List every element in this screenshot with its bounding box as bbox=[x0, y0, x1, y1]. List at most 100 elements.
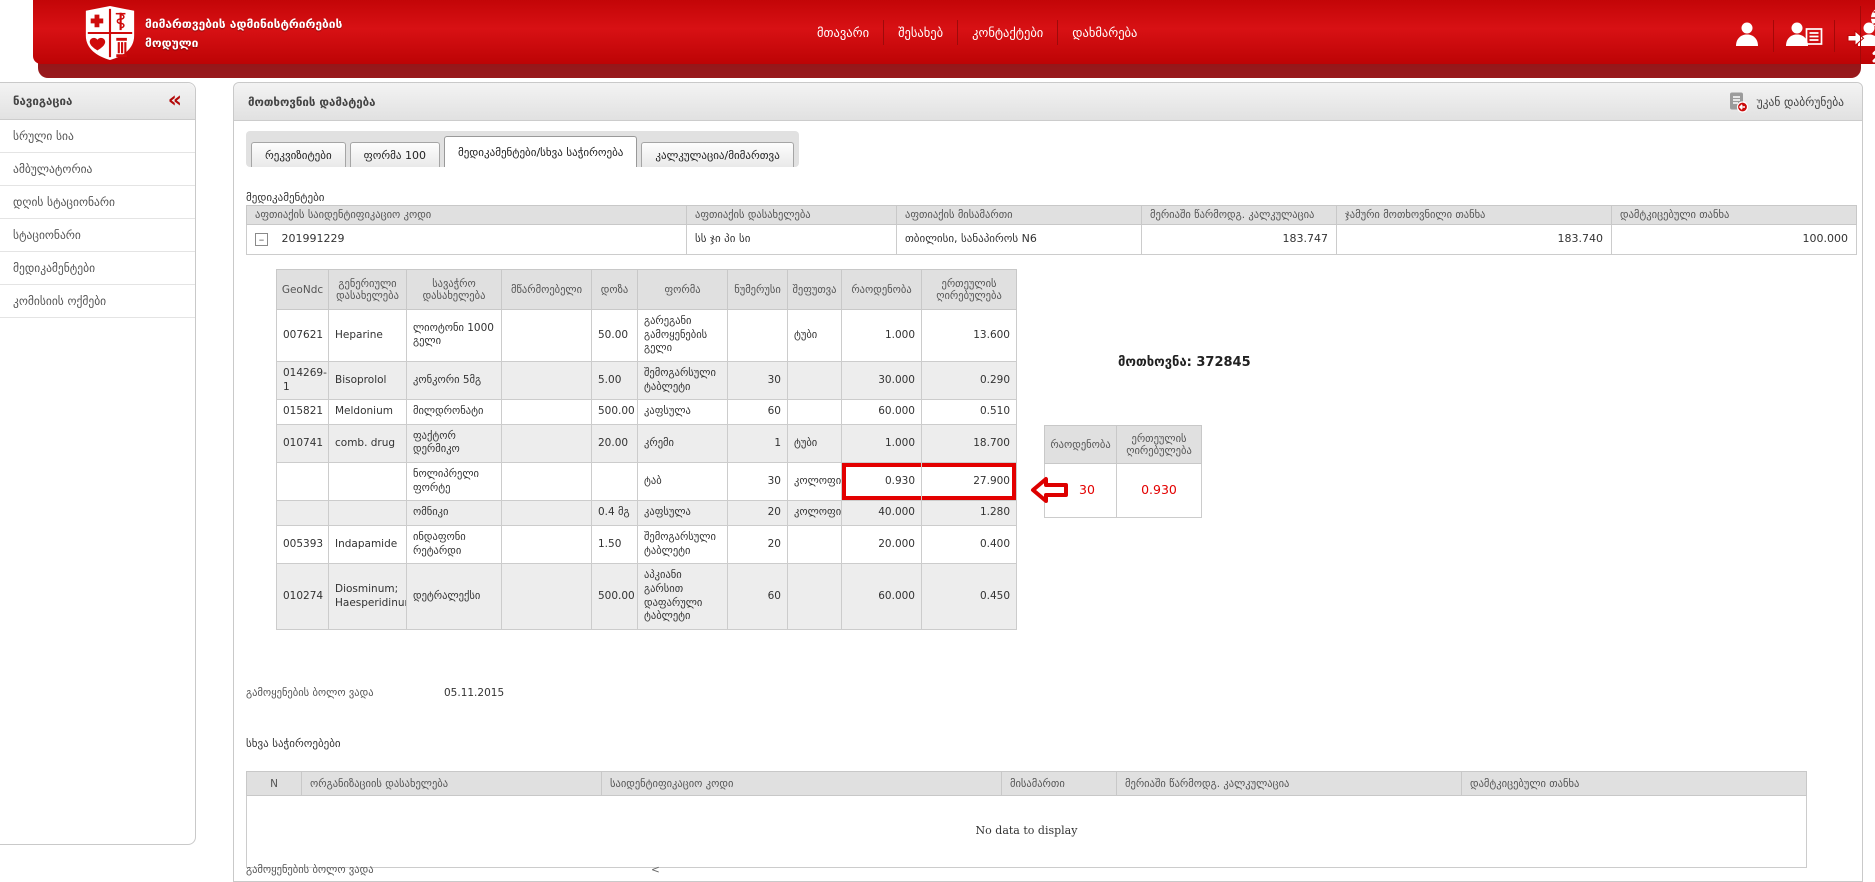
medication-cell: დეტრალექსი bbox=[407, 564, 502, 630]
medication-row[interactable]: ნოლიპრელი ფორტეტაბ30კოლოფი0.93027.900 bbox=[277, 463, 1017, 501]
pharmacy-requested: 183.740 bbox=[1337, 225, 1612, 255]
medication-cell: შემოგარსული ტაბლეტი bbox=[638, 361, 728, 399]
medication-cell: 27.900 bbox=[922, 463, 1017, 501]
nav-item[interactable]: კონტაქტები bbox=[957, 20, 1057, 45]
other-needs-table: Nორგანიზაციის დასახელებასაიდენტიფიკაციო … bbox=[246, 771, 1807, 868]
medication-cell: ნოლიპრელი ფორტე bbox=[407, 463, 502, 501]
medication-cell: ფაქტორ დერმიკო bbox=[407, 424, 502, 462]
sidebar-collapse-icon[interactable]: « bbox=[168, 91, 182, 111]
medication-cell bbox=[788, 400, 842, 425]
pharmacy-column-header[interactable]: აფთიაქის დასახელება bbox=[687, 206, 897, 225]
medication-column-header[interactable]: მწარმოებელი bbox=[502, 270, 592, 310]
medication-cell: 5.00 bbox=[592, 361, 638, 399]
medication-items-wrap: GeoNdcგენერიული დასახელებასავაჭრო დასახე… bbox=[276, 269, 1016, 630]
medication-column-header[interactable]: შეფუთვა bbox=[788, 270, 842, 310]
medication-column-header[interactable]: რაოდენობა bbox=[842, 270, 922, 310]
medication-cell bbox=[502, 361, 592, 399]
other-needs-empty-row: No data to display bbox=[247, 796, 1807, 868]
medication-cell: 20.000 bbox=[842, 526, 922, 564]
pharmacy-approved: 100.000 bbox=[1612, 225, 1857, 255]
annotation-header-row: რაოდენობაერთეულის ღირებულება bbox=[1045, 426, 1202, 464]
pharmacy-column-header[interactable]: დამტკიცებული თანხა bbox=[1612, 206, 1857, 225]
other-needs-column-header[interactable]: N bbox=[247, 772, 302, 796]
medication-cell: 0.290 bbox=[922, 361, 1017, 399]
medication-cell: 30 bbox=[728, 463, 788, 501]
medication-cell bbox=[329, 463, 407, 501]
pharmacy-column-header[interactable]: აფთიაქის მისამართი bbox=[897, 206, 1142, 225]
other-needs-column-header[interactable]: მერიაში წარმოდგ. კალკულაცია bbox=[1117, 772, 1462, 796]
nav-item[interactable]: შესახებ bbox=[883, 20, 957, 45]
medication-cell: 20 bbox=[728, 501, 788, 526]
user-profile-icon[interactable] bbox=[1721, 20, 1773, 52]
medication-cell: 500.00 bbox=[592, 400, 638, 425]
medication-cell: 50.00 bbox=[592, 310, 638, 362]
header-bar: მიმართვების ადმინისტრირების მოდული მთავა… bbox=[33, 0, 1875, 64]
header-divider bbox=[1860, 6, 1861, 64]
nav-item[interactable]: მთავარი bbox=[803, 20, 883, 45]
globe-icon[interactable] bbox=[1869, 5, 1875, 35]
medication-cell: 010741 bbox=[277, 424, 329, 462]
medication-row[interactable]: 015821Meldoniumმილდრონატი500.00კაფსულა60… bbox=[277, 400, 1017, 425]
back-button-label: უკან დაბრუნება bbox=[1757, 95, 1844, 109]
sidebar-item[interactable]: სტაციონარი bbox=[0, 219, 195, 252]
tab-strip: რეკვიზიტებიფორმა 100მედიკამენტები/სხვა ს… bbox=[246, 131, 799, 167]
tab[interactable]: კალკულაცია/მიმართვა bbox=[641, 142, 793, 167]
medication-row[interactable]: 014269-1Bisoprololკონკორი 5მგ5.00შემოგარ… bbox=[277, 361, 1017, 399]
medication-column-header[interactable]: სავაჭრო დასახელება bbox=[407, 270, 502, 310]
tab[interactable]: ფორმა 100 bbox=[350, 142, 440, 167]
medication-cell: Meldonium bbox=[329, 400, 407, 425]
medication-cell: 0.930 bbox=[842, 463, 922, 501]
pharmacy-column-header[interactable]: ჯამური მოთხოვნილი თანხა bbox=[1337, 206, 1612, 225]
sidebar-item[interactable]: კომისიის ოქმები bbox=[0, 285, 195, 318]
tab-active[interactable]: მედიკამენტები/სხვა საჭიროება bbox=[444, 136, 637, 167]
sidebar-item[interactable]: სრული სია bbox=[0, 120, 195, 153]
medication-cell: 13.600 bbox=[922, 310, 1017, 362]
medication-row[interactable]: 010741comb. drugფაქტორ დერმიკო20.00კრემი… bbox=[277, 424, 1017, 462]
page-title: მოთხოვნის დამატება bbox=[248, 95, 376, 109]
sidebar-item[interactable]: ამბულატორია bbox=[0, 153, 195, 186]
annotation-unit-cost: 0.930 bbox=[1117, 464, 1202, 518]
annotation-column-header: რაოდენობა bbox=[1045, 426, 1117, 464]
medication-column-header[interactable]: ერთეულის ღირებულება bbox=[922, 270, 1017, 310]
row-collapse-icon[interactable]: – bbox=[255, 233, 268, 246]
tab[interactable]: რეკვიზიტები bbox=[251, 142, 346, 167]
medication-cell: Indapamide bbox=[329, 526, 407, 564]
medication-column-header[interactable]: გენერიული დასახელება bbox=[329, 270, 407, 310]
medication-row[interactable]: ომნიკი0.4 მგკაფსულა20კოლოფი40.0001.280 bbox=[277, 501, 1017, 526]
pharmacy-code: 201991229 bbox=[282, 232, 345, 245]
nav-item[interactable]: დახმარება bbox=[1057, 20, 1151, 45]
other-needs-column-header[interactable]: ორგანიზაციის დასახელება bbox=[302, 772, 602, 796]
other-needs-column-header[interactable]: დამტკიცებული თანხა bbox=[1462, 772, 1807, 796]
pharmacy-column-header[interactable]: მერიაში წარმოდგ. კალკულაცია bbox=[1142, 206, 1337, 225]
medication-cell: 1.50 bbox=[592, 526, 638, 564]
medication-cell: ტუბი bbox=[788, 424, 842, 462]
sidebar-item[interactable]: მედიკამენტები bbox=[0, 252, 195, 285]
collapse-marker[interactable]: < bbox=[651, 864, 660, 876]
medication-column-header[interactable]: ნუმერუსი bbox=[728, 270, 788, 310]
document-back-icon bbox=[1727, 91, 1749, 113]
medication-cell bbox=[502, 463, 592, 501]
user-list-icon[interactable] bbox=[1773, 20, 1834, 52]
medication-cell: 60.000 bbox=[842, 400, 922, 425]
medication-row[interactable]: 010274Diosminum; Haesperidinumდეტრალექსი… bbox=[277, 564, 1017, 630]
medication-column-header[interactable]: GeoNdc bbox=[277, 270, 329, 310]
medication-cell: გარეგანი გამოყენების გელი bbox=[638, 310, 728, 362]
double-chevron-up-icon[interactable] bbox=[1871, 44, 1875, 68]
other-needs-header-row: Nორგანიზაციის დასახელებასაიდენტიფიკაციო … bbox=[247, 772, 1807, 796]
sidebar-item[interactable]: დღის სტაციონარი bbox=[0, 186, 195, 219]
medication-row[interactable]: 007621Heparineლიოტონი 1000 გელი50.00გარე… bbox=[277, 310, 1017, 362]
medication-column-header[interactable]: ფორმა bbox=[638, 270, 728, 310]
medication-row[interactable]: 005393Indapamideინდაფონი რეტარდი1.50შემო… bbox=[277, 526, 1017, 564]
medication-cell: 60.000 bbox=[842, 564, 922, 630]
top-nav: მთავარიშესახებკონტაქტებიდახმარება bbox=[803, 0, 1151, 64]
other-needs-column-header[interactable]: საიდენტიფიკაციო კოდი bbox=[602, 772, 1002, 796]
medication-cell: ტაბ bbox=[638, 463, 728, 501]
medication-cell: Bisoprolol bbox=[329, 361, 407, 399]
other-needs-column-header[interactable]: მისამართი bbox=[1002, 772, 1117, 796]
pharmacy-column-header[interactable]: აფთიაქის საიდენტიფიკაციო კოდი bbox=[247, 206, 687, 225]
medication-cell: 015821 bbox=[277, 400, 329, 425]
pharmacy-row[interactable]: – 201991229 სს ჯი პი სი თბილისი, სანაპირ… bbox=[247, 225, 1857, 255]
annotation-column-header: ერთეულის ღირებულება bbox=[1117, 426, 1202, 464]
medication-column-header[interactable]: დოზა bbox=[592, 270, 638, 310]
back-button[interactable]: უკან დაბრუნება bbox=[1719, 87, 1852, 117]
